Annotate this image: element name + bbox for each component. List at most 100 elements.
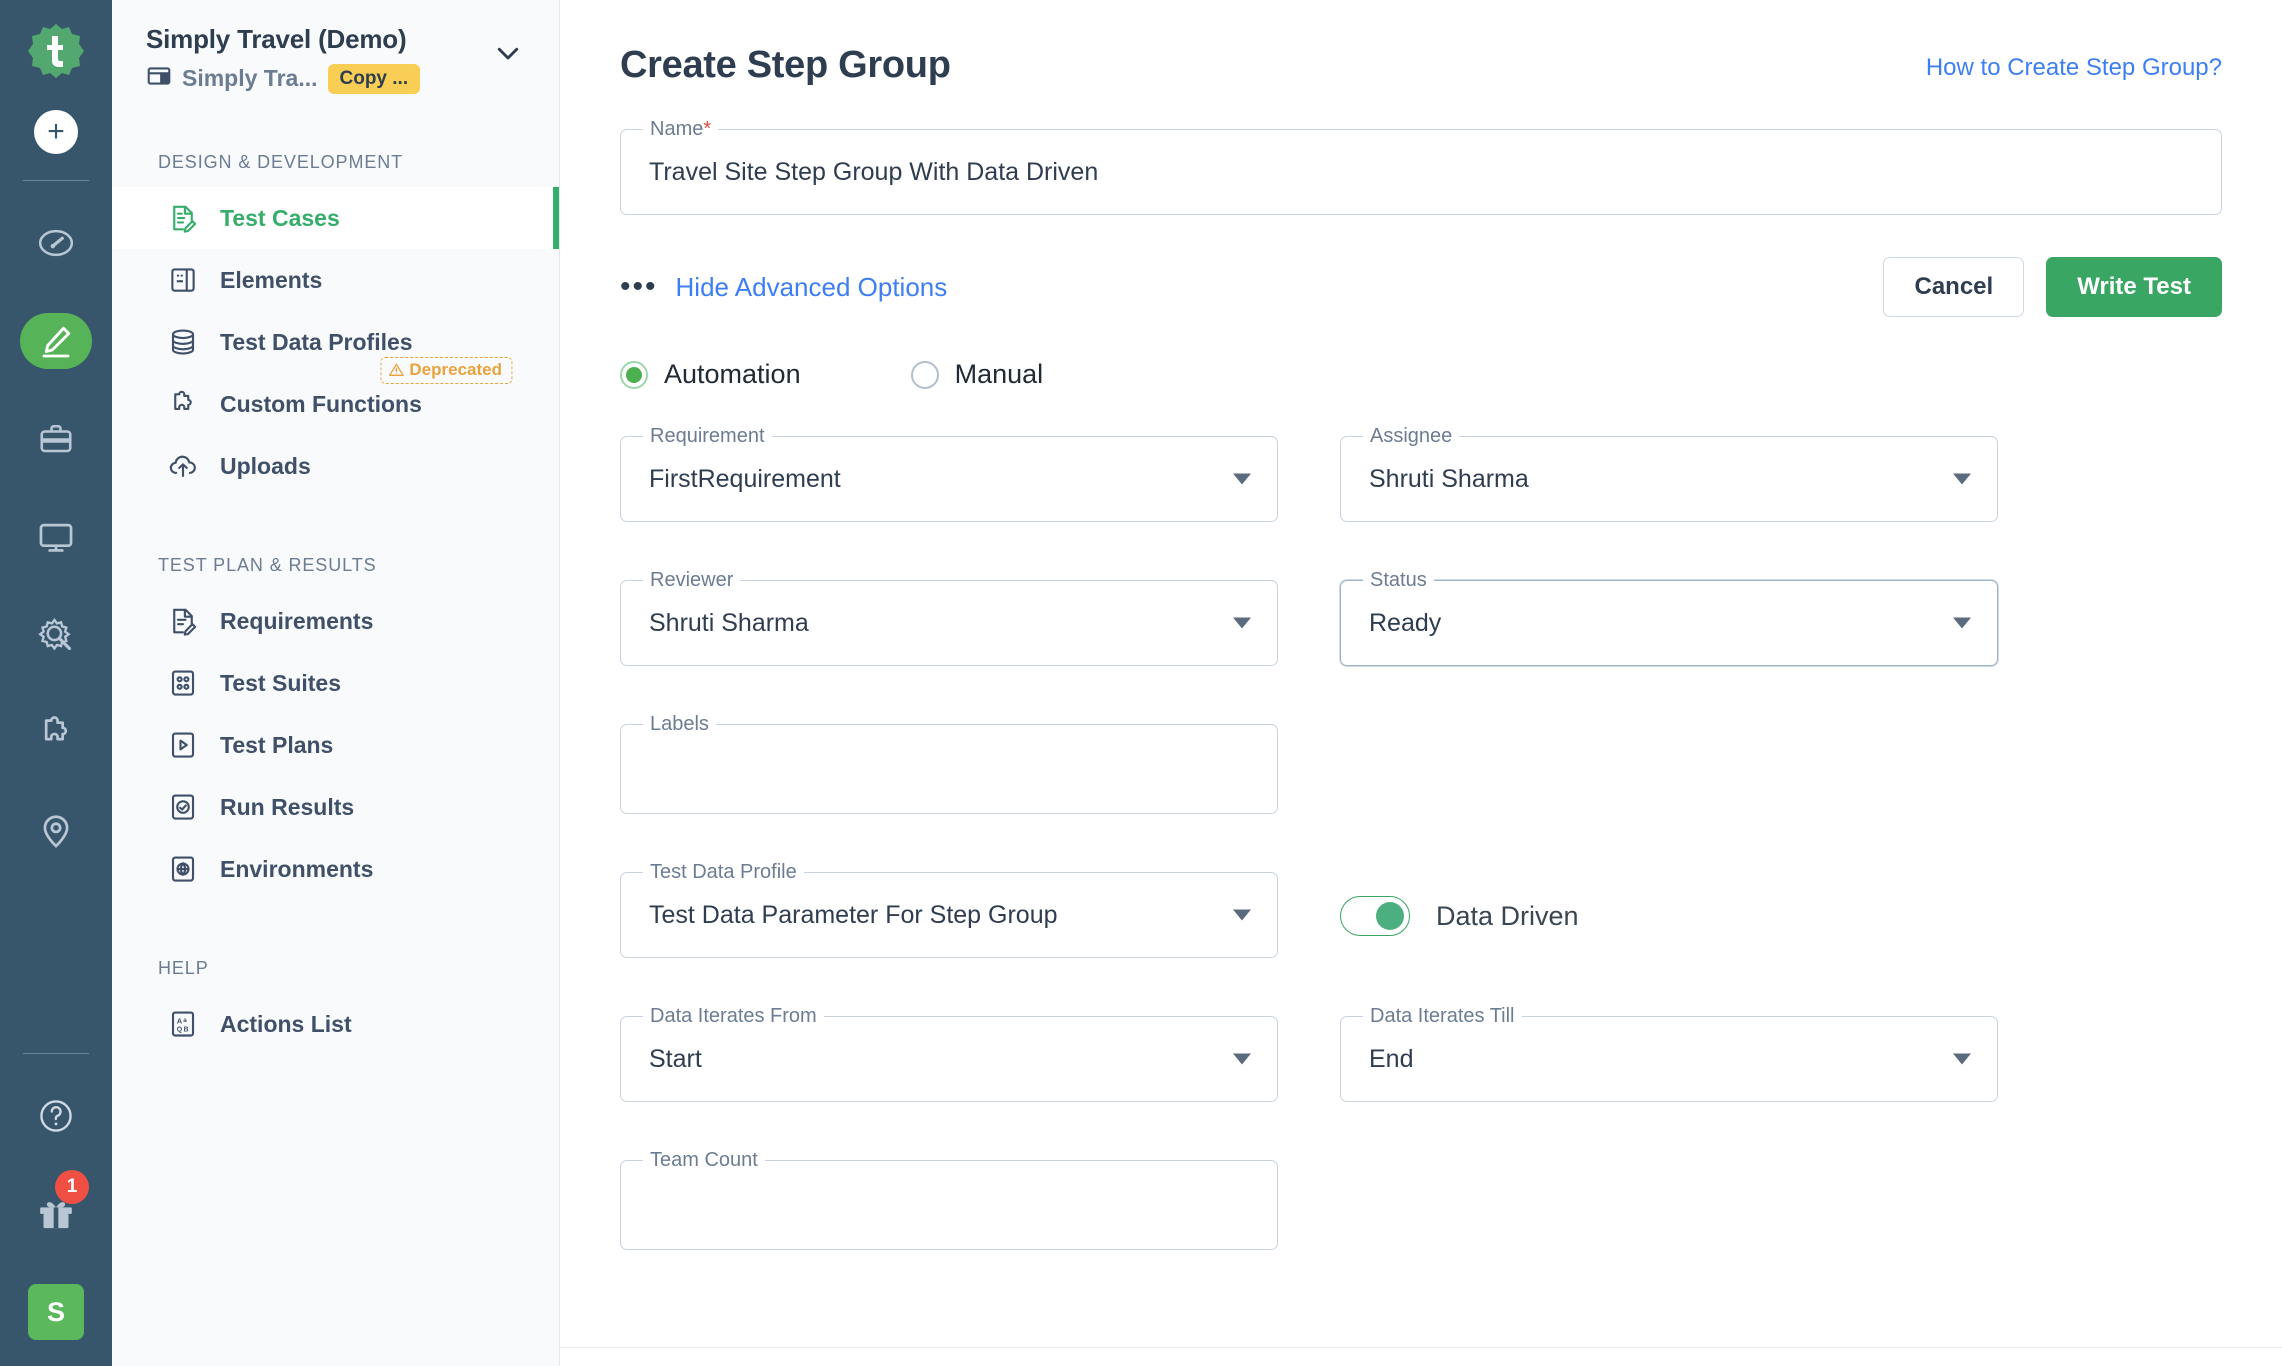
create-step-group-form: Name* Travel Site Step Group With Data D… (620, 118, 2222, 1250)
add-plus-icon: + (47, 115, 65, 148)
reviewer-cell: Reviewer Shruti Sharma (620, 569, 1278, 666)
run-results-chart-icon (168, 792, 198, 822)
avatar[interactable]: S (28, 1284, 84, 1340)
data-iterates-till-label: Data Iterates Till (1363, 1005, 1522, 1028)
form-action-buttons: Cancel Write Test (1883, 257, 2222, 317)
project-header[interactable]: Simply Travel (Demo) Simply Tra... Copy … (112, 16, 559, 94)
team-count-cell: Team Count (620, 1149, 1278, 1250)
sidebar-item-requirements[interactable]: Requirements (112, 590, 559, 652)
dropdown-caret-icon (1233, 1053, 1251, 1065)
sidebar-item-run-results[interactable]: Run Results (112, 776, 559, 838)
requirement-value: FirstRequirement (649, 464, 841, 493)
name-field-label: Name* (643, 118, 719, 141)
sidebar-item-label: Test Cases (220, 204, 340, 231)
sidebar-item-custom-functions[interactable]: Custom Functions Deprecated (112, 357, 559, 435)
radio-manual-label: Manual (954, 359, 1044, 389)
data-driven-toggle[interactable] (1340, 896, 1410, 936)
data-iterates-from-value: Start (649, 1044, 702, 1073)
svg-text:B: B (184, 1027, 189, 1034)
briefcase-icon[interactable] (21, 411, 91, 467)
grid-gutter (1278, 580, 1340, 724)
add-new-button[interactable]: + (34, 110, 78, 154)
reviewer-select[interactable]: Reviewer Shruti Sharma (620, 569, 1278, 666)
cancel-button[interactable]: Cancel (1883, 257, 2025, 317)
labels-cell: Labels (620, 713, 1278, 814)
monitor-screen-icon[interactable] (21, 509, 91, 565)
copy-chip[interactable]: Copy ... (327, 63, 421, 94)
radio-automation[interactable]: Automation (620, 359, 801, 390)
test-data-profile-cell: Test Data Profile Test Data Parameter Fo… (620, 861, 1278, 958)
labels-input[interactable]: Labels (620, 713, 1278, 814)
sidebar-item-test-cases[interactable]: Test Cases (112, 187, 559, 249)
name-field[interactable]: Name* Travel Site Step Group With Data D… (620, 118, 2222, 215)
assignee-value: Shruti Sharma (1369, 464, 1529, 493)
dropdown-caret-icon (1233, 617, 1251, 629)
mode-radio-group: Automation Manual (620, 359, 2222, 390)
edit-pencil-icon[interactable] (20, 313, 92, 369)
puzzle-piece-icon (168, 389, 198, 419)
app-root: + 1 S Simply Travel (Demo) Simply Tra...… (0, 0, 2282, 1366)
grid-gutter (1278, 724, 1340, 872)
team-count-input[interactable]: Team Count (620, 1149, 1278, 1250)
requirement-cell: Requirement FirstRequirement (620, 425, 1278, 522)
gift-notification-badge: 1 (55, 1170, 89, 1204)
globe-document-icon (168, 854, 198, 884)
sidebar-item-elements[interactable]: Elements (112, 249, 559, 311)
radio-automation-indicator (620, 360, 648, 389)
sidebar-item-environments[interactable]: Environments (112, 838, 559, 900)
sidebar: Simply Travel (Demo) Simply Tra... Copy … (112, 0, 560, 1366)
assignee-select[interactable]: Assignee Shruti Sharma (1340, 425, 1998, 522)
dropdown-caret-icon (1233, 473, 1251, 485)
required-marker: * (703, 118, 712, 140)
data-iterates-till-value: End (1369, 1044, 1414, 1073)
question-circle-icon[interactable] (21, 1088, 91, 1144)
main-header: Create Step Group How to Create Step Gro… (620, 44, 2222, 87)
requirements-doc-icon (168, 606, 198, 636)
radio-automation-label: Automation (664, 359, 801, 389)
sidebar-section-label-help: HELP (158, 958, 209, 978)
grid-gutter (1278, 872, 1340, 1016)
data-driven-label: Data Driven (1436, 900, 1579, 931)
sidebar-section-label-test-plan: TEST PLAN & RESULTS (158, 555, 377, 575)
bottom-divider (560, 1347, 2282, 1348)
radio-manual[interactable]: Manual (910, 359, 1044, 390)
elements-panel-icon (168, 265, 198, 295)
test-case-edit-icon (168, 203, 198, 233)
project-title: Simply Travel (Demo) (146, 24, 407, 54)
hide-advanced-options-toggle[interactable]: ••• Hide Advanced Options (620, 272, 947, 303)
actions-list-icon: A a Q B (168, 1009, 198, 1039)
gift-icon[interactable]: 1 (21, 1170, 91, 1242)
how-to-create-step-group-link[interactable]: How to Create Step Group? (1926, 54, 2222, 82)
sidebar-item-test-suites[interactable]: Test Suites (112, 652, 559, 714)
test-suites-grid-icon (168, 668, 198, 698)
sidebar-item-label: Uploads (220, 452, 311, 479)
team-count-label: Team Count (643, 1149, 765, 1172)
data-iterates-from-select[interactable]: Data Iterates From Start (620, 1005, 1278, 1102)
sidebar-item-label: Test Suites (220, 669, 341, 696)
dashboard-speedometer-icon[interactable] (21, 215, 91, 271)
data-iterates-from-cell: Data Iterates From Start (620, 1005, 1278, 1102)
testsigma-logo-icon[interactable] (23, 18, 89, 84)
test-data-profile-select[interactable]: Test Data Profile Test Data Parameter Fo… (620, 861, 1278, 958)
requirement-select[interactable]: Requirement FirstRequirement (620, 425, 1278, 522)
sidebar-item-label: Elements (220, 266, 323, 293)
database-icon (168, 327, 198, 357)
sidebar-item-test-plans[interactable]: Test Plans (112, 714, 559, 776)
puzzle-piece-icon[interactable] (21, 705, 91, 761)
sidebar-item-uploads[interactable]: Uploads (112, 435, 559, 497)
grid-gutter (1278, 1160, 1340, 1250)
location-pin-icon[interactable] (21, 803, 91, 859)
status-value: Ready (1369, 608, 1442, 637)
sidebar-item-label: Test Plans (220, 731, 334, 758)
advanced-options-row: ••• Hide Advanced Options Cancel Write T… (620, 257, 2222, 317)
dropdown-caret-icon (1953, 1053, 1971, 1065)
data-driven-cell: Data Driven (1340, 872, 1998, 958)
chevron-down-icon[interactable] (493, 38, 523, 73)
write-test-button[interactable]: Write Test (2046, 257, 2222, 317)
gear-wrench-icon[interactable] (21, 607, 91, 663)
sidebar-item-actions-list[interactable]: A a Q B Actions List (112, 993, 559, 1055)
status-select[interactable]: Status Ready (1340, 569, 1998, 666)
data-iterates-till-select[interactable]: Data Iterates Till End (1340, 1005, 1998, 1102)
svg-text:Q: Q (177, 1027, 183, 1034)
sidebar-item-label: Run Results (220, 793, 355, 820)
